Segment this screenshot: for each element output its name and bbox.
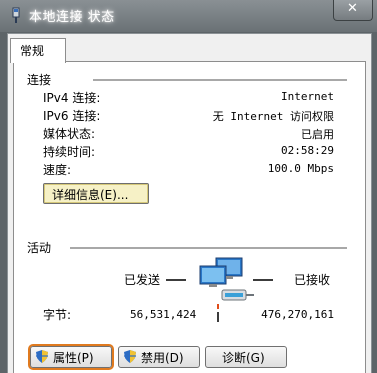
diagnose-button-label: 诊断(G) xyxy=(222,351,265,365)
duration-label: 持续时间: xyxy=(43,145,96,159)
activity-section-header: 活动 xyxy=(27,241,52,255)
received-label: 已接收 xyxy=(294,273,331,287)
title-bar[interactable]: 本地连接 状态 ✕ xyxy=(0,0,377,32)
connection-divider xyxy=(93,79,347,82)
received-dash xyxy=(253,279,273,281)
network-connection-icon xyxy=(12,7,20,23)
sent-label: 已发送 xyxy=(124,273,161,287)
close-icon: ✕ xyxy=(347,1,358,16)
details-button-label: 详细信息(E)... xyxy=(52,188,129,202)
media-state-label: 媒体状态: xyxy=(43,127,96,141)
connection-section-header: 连接 xyxy=(27,73,52,87)
bytes-sent-value: 56,531,424 xyxy=(130,308,197,321)
speed-label: 速度: xyxy=(43,163,72,177)
speed-value: 100.0 Mbps xyxy=(267,162,334,175)
bytes-received-value: 476,270,161 xyxy=(261,308,334,321)
disable-button-label: 禁用(D) xyxy=(141,351,184,365)
network-activity-icon xyxy=(199,257,254,322)
properties-button[interactable]: 属性(P) xyxy=(30,346,112,368)
details-button[interactable]: 详细信息(E)... xyxy=(43,183,149,204)
close-button[interactable]: ✕ xyxy=(333,0,373,21)
tab-general-label: 常规 xyxy=(20,44,45,58)
sent-dash xyxy=(166,279,186,281)
media-state-value: 已启用 xyxy=(301,128,334,141)
ipv4-label: IPv4 连接: xyxy=(43,91,101,105)
tab-general[interactable]: 常规 xyxy=(10,38,66,63)
uac-shield-icon xyxy=(36,350,48,363)
bytes-label: 字节: xyxy=(43,308,72,322)
window-title: 本地连接 状态 xyxy=(29,10,115,25)
duration-value: 02:58:29 xyxy=(281,144,334,157)
uac-shield-icon xyxy=(124,350,136,363)
diagnose-button[interactable]: 诊断(G) xyxy=(205,346,287,368)
activity-divider xyxy=(70,247,347,250)
ipv4-value: Internet xyxy=(281,90,334,103)
ipv6-value: 无 Internet 访问权限 xyxy=(212,110,334,123)
disable-button[interactable]: 禁用(D) xyxy=(118,346,200,368)
properties-button-label: 属性(P) xyxy=(53,351,94,365)
ipv6-label: IPv6 连接: xyxy=(43,109,101,123)
